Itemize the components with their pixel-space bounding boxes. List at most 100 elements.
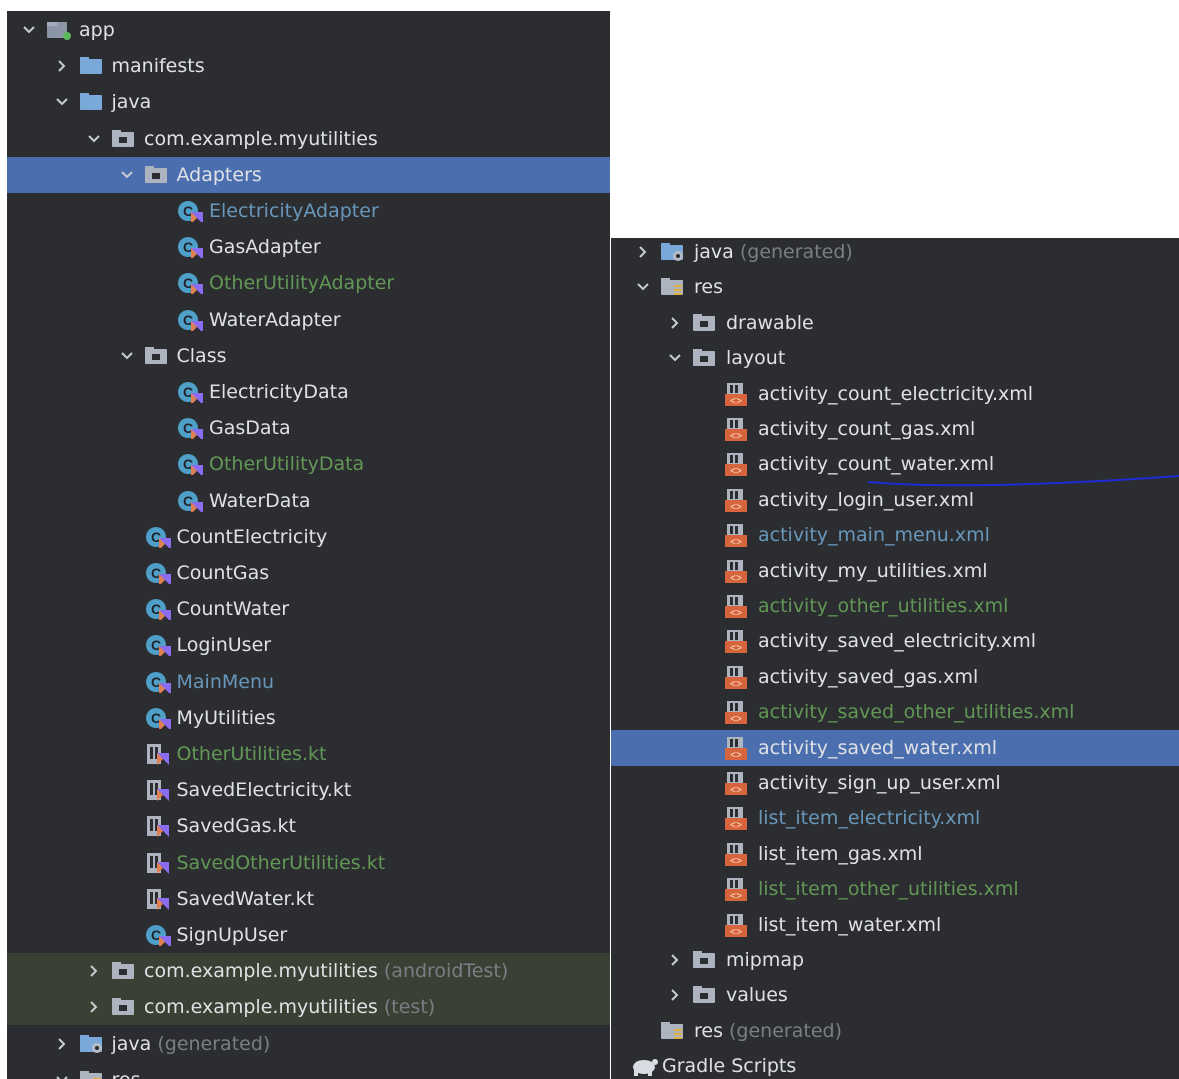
layout-xml-icon: <> [725, 411, 751, 447]
tree-row-activity-login-user-xml[interactable]: <> activity_login_user.xml [611, 482, 1179, 518]
tree-row-java-generated[interactable]: java (generated) [7, 1026, 610, 1062]
tree-row-res[interactable]: res [7, 1062, 610, 1079]
tree-row-label: com.example.myutilities [144, 127, 378, 150]
tree-row-activity-saved-other-utilities-xml[interactable]: <> activity_saved_other_utilities.xml [611, 694, 1179, 730]
svg-text:<>: <> [730, 821, 742, 831]
tree-row-list-item-gas-xml[interactable]: <> list_item_gas.xml [611, 836, 1179, 872]
chevron-right-icon[interactable] [665, 977, 685, 1013]
tree-row-activity-main-menu-xml[interactable]: <> activity_main_menu.xml [611, 517, 1179, 553]
chevron-down-icon[interactable] [52, 1062, 72, 1079]
tree-row-countwater[interactable]: C CountWater [7, 591, 610, 627]
chevron-down-icon[interactable] [117, 157, 137, 193]
tree-row-label: activity_saved_electricity.xml [758, 630, 1036, 653]
generated-folder-icon [661, 238, 687, 270]
tree-row-label: activity_my_utilities.xml [758, 559, 988, 582]
tree-row-com-example-myutilities-test[interactable]: com.example.myutilities (test) [7, 989, 610, 1026]
tree-row-activity-other-utilities-xml[interactable]: <> activity_other_utilities.xml [611, 588, 1179, 624]
tree-row-label: MainMenu [176, 670, 275, 693]
chevron-right-icon[interactable] [633, 238, 653, 270]
package-icon [693, 942, 719, 978]
tree-row-com-example-myutilities-androidtest[interactable]: com.example.myutilities (androidTest) [7, 953, 610, 990]
tree-row-gasdata[interactable]: C GasData [7, 410, 610, 446]
kotlin-class-icon: C [145, 591, 171, 627]
tree-row-activity-my-utilities-xml[interactable]: <> activity_my_utilities.xml [611, 553, 1179, 589]
tree-row-activity-sign-up-user-xml[interactable]: <> activity_sign_up_user.xml [611, 765, 1179, 801]
tree-row-electricityadapter[interactable]: C ElectricityAdapter [7, 193, 610, 229]
tree-row-electricitydata[interactable]: C ElectricityData [7, 374, 610, 410]
tree-row-list-item-other-utilities-xml[interactable]: <> list_item_other_utilities.xml [611, 871, 1179, 907]
kotlin-class-icon: C [177, 410, 203, 446]
tree-row-otherutilities-kt[interactable]: OtherUtilities.kt [7, 736, 610, 772]
svg-text:<>: <> [730, 786, 742, 796]
tree-row-mipmap[interactable]: mipmap [611, 942, 1179, 978]
tree-row-suffix: (generated) [733, 241, 853, 263]
chevron-right-icon[interactable] [665, 942, 685, 978]
tree-row-app[interactable]: app [7, 12, 610, 48]
tree-row-label: java (generated) [111, 1032, 271, 1055]
tree-row-label: activity_other_utilities.xml [758, 595, 1009, 617]
kotlin-class-icon: C [177, 193, 203, 229]
project-tree-right: java (generated) res drawable layout <> activ… [611, 238, 1179, 1079]
tree-row-activity-count-electricity-xml[interactable]: <> activity_count_electricity.xml [611, 376, 1179, 412]
chevron-right-icon[interactable] [52, 1026, 72, 1062]
svg-text:<>: <> [730, 715, 742, 725]
tree-row-list-item-electricity-xml[interactable]: <> list_item_electricity.xml [611, 800, 1179, 836]
tree-row-java-generated[interactable]: java (generated) [611, 238, 1179, 270]
tree-row-savedelectricity-kt[interactable]: SavedElectricity.kt [7, 772, 610, 808]
tree-row-label: activity_count_electricity.xml [758, 382, 1034, 405]
tree-row-java[interactable]: java [7, 84, 610, 120]
tree-row-label: CountElectricity [176, 525, 328, 548]
tree-row-label: com.example.myutilities (androidTest) [144, 960, 509, 983]
tree-row-label: CountWater [176, 598, 290, 621]
tree-row-drawable[interactable]: drawable [611, 305, 1179, 341]
tree-row-wateradapter[interactable]: C WaterAdapter [7, 302, 610, 338]
tree-row-countgas[interactable]: C CountGas [7, 555, 610, 591]
tree-row-label: res (generated) [694, 1019, 842, 1042]
tree-row-res[interactable]: res [611, 269, 1179, 305]
tree-row-adapters[interactable]: Adapters [7, 156, 610, 193]
chevron-down-icon[interactable] [117, 338, 137, 374]
tree-row-savedotherutilities-kt[interactable]: SavedOtherUtilities.kt [7, 845, 610, 881]
tree-row-res-generated[interactable]: res (generated) [611, 1013, 1179, 1049]
tree-row-waterdata[interactable]: C WaterData [7, 483, 610, 519]
tree-row-savedgas-kt[interactable]: SavedGas.kt [7, 808, 610, 844]
tree-row-signupuser[interactable]: C SignUpUser [7, 917, 610, 953]
tree-row-activity-saved-gas-xml[interactable]: <> activity_saved_gas.xml [611, 659, 1179, 695]
tree-row-loginuser[interactable]: C LoginUser [7, 627, 610, 663]
generated-folder-icon [79, 1026, 106, 1062]
svg-text:<>: <> [730, 751, 742, 761]
tree-row-gradle-scripts[interactable]: Gradle Scripts [611, 1048, 1179, 1079]
tree-row-otherutilityadapter[interactable]: C OtherUtilityAdapter [7, 265, 610, 301]
layout-xml-icon: <> [725, 446, 751, 482]
tree-row-activity-saved-electricity-xml[interactable]: <> activity_saved_electricity.xml [611, 623, 1179, 659]
tree-row-layout[interactable]: layout [611, 340, 1179, 376]
tree-row-class[interactable]: Class [7, 338, 610, 374]
tree-row-com-example-myutilities[interactable]: com.example.myutilities [7, 121, 610, 157]
chevron-down-icon[interactable] [665, 340, 685, 376]
tree-row-activity-count-gas-xml[interactable]: <> activity_count_gas.xml [611, 411, 1179, 447]
kotlin-file-icon [145, 736, 171, 772]
tree-row-mainmenu[interactable]: C MainMenu [7, 664, 610, 700]
tree-row-gasadapter[interactable]: C GasAdapter [7, 229, 610, 265]
tree-row-values[interactable]: values [611, 977, 1179, 1013]
chevron-right-icon[interactable] [665, 305, 685, 341]
tree-row-label: activity_saved_other_utilities.xml [758, 701, 1075, 724]
tree-row-otherutilitydata[interactable]: C OtherUtilityData [7, 446, 610, 482]
tree-row-list-item-water-xml[interactable]: <> list_item_water.xml [611, 907, 1179, 943]
chevron-down-icon[interactable] [52, 84, 72, 120]
tree-row-activity-count-water-xml[interactable]: <> activity_count_water.xml [611, 446, 1179, 482]
svg-text:<>: <> [730, 432, 742, 442]
tree-row-myutilities[interactable]: C MyUtilities [7, 700, 610, 736]
tree-row-manifests[interactable]: manifests [7, 48, 610, 84]
chevron-down-icon[interactable] [84, 121, 104, 157]
chevron-down-icon[interactable] [633, 269, 653, 305]
tree-row-label: ElectricityData [209, 381, 349, 403]
chevron-right-icon[interactable] [52, 48, 72, 84]
chevron-right-icon[interactable] [84, 953, 104, 989]
tree-row-activity-saved-water-xml[interactable]: <> activity_saved_water.xml [611, 729, 1179, 766]
tree-row-countelectricity[interactable]: C CountElectricity [7, 519, 610, 555]
tree-row-label: LoginUser [176, 634, 272, 657]
chevron-down-icon[interactable] [19, 12, 39, 48]
chevron-right-icon[interactable] [84, 989, 104, 1025]
tree-row-savedwater-kt[interactable]: SavedWater.kt [7, 881, 610, 917]
